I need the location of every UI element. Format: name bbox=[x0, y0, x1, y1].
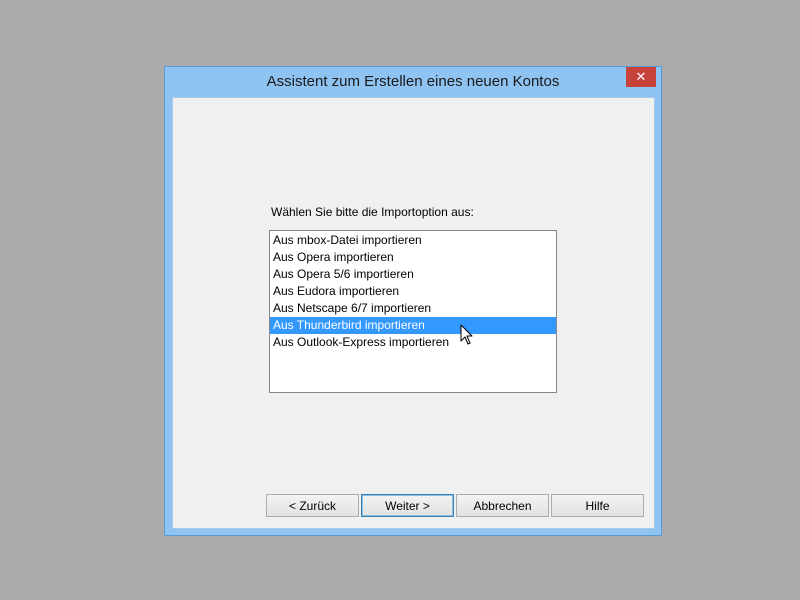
import-options-list[interactable]: Aus mbox-Datei importieren Aus Opera imp… bbox=[269, 230, 557, 393]
button-row: < Zurück Weiter > Abbrechen Hilfe bbox=[266, 494, 646, 518]
import-prompt-label: Wählen Sie bitte die Importoption aus: bbox=[271, 205, 474, 219]
next-button[interactable]: Weiter > bbox=[361, 494, 454, 517]
list-item-opera-5-6[interactable]: Aus Opera 5/6 importieren bbox=[270, 266, 556, 283]
list-item-netscape[interactable]: Aus Netscape 6/7 importieren bbox=[270, 300, 556, 317]
desktop: Assistent zum Erstellen eines neuen Kont… bbox=[0, 0, 800, 600]
dialog-content: Wählen Sie bitte die Importoption aus: A… bbox=[172, 97, 655, 529]
dialog-window: Assistent zum Erstellen eines neuen Kont… bbox=[164, 66, 662, 536]
list-item-opera[interactable]: Aus Opera importieren bbox=[270, 249, 556, 266]
list-item-thunderbird[interactable]: Aus Thunderbird importieren bbox=[270, 317, 556, 334]
back-button[interactable]: < Zurück bbox=[266, 494, 359, 517]
window-title: Assistent zum Erstellen eines neuen Kont… bbox=[266, 73, 560, 90]
title-bar[interactable]: Assistent zum Erstellen eines neuen Kont… bbox=[165, 67, 661, 97]
list-item-mbox[interactable]: Aus mbox-Datei importieren bbox=[270, 232, 556, 249]
list-item-outlook-express[interactable]: Aus Outlook-Express importieren bbox=[270, 334, 556, 351]
close-button[interactable]: ✕ bbox=[626, 67, 656, 87]
cancel-button[interactable]: Abbrechen bbox=[456, 494, 549, 517]
close-icon: ✕ bbox=[635, 69, 647, 84]
help-button[interactable]: Hilfe bbox=[551, 494, 644, 517]
list-item-eudora[interactable]: Aus Eudora importieren bbox=[270, 283, 556, 300]
